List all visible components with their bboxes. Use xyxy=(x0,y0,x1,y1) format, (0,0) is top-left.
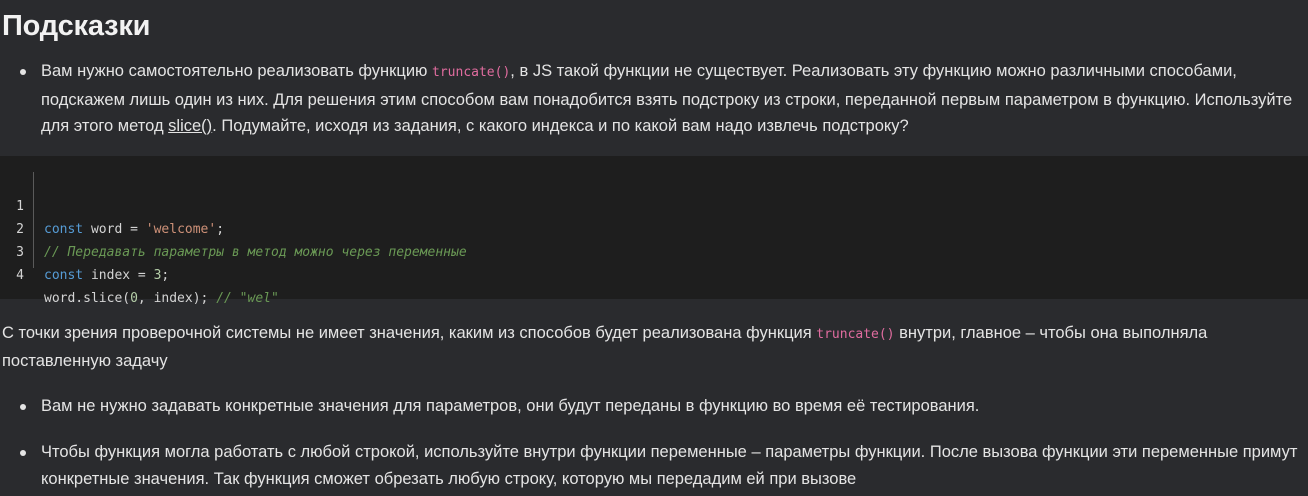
hint-text: Вам нужно самостоятельно реализовать фун… xyxy=(41,62,433,80)
code-plain: word = xyxy=(83,222,146,237)
code-line: 1 const word = 'welcome'; xyxy=(0,172,224,237)
code-plain: ; xyxy=(161,268,170,283)
code-comment: // Передавать параметры в метод можно че… xyxy=(44,245,467,260)
code-plain: word.slice( xyxy=(44,291,131,306)
hint-text: Вам не нужно задавать конкретные значени… xyxy=(41,397,980,415)
code-plain: ; xyxy=(216,222,225,237)
info-paragraph: С точки зрения проверочной системы не им… xyxy=(2,320,1302,375)
code-plain: , index); xyxy=(137,291,217,306)
hint-text: . Подумайте, исходя из задания, с какого… xyxy=(212,117,909,135)
code-number: 0 xyxy=(130,291,138,306)
code-text: // Передавать параметры в метод можно че… xyxy=(44,241,467,264)
hint-item-parameters: Вам не нужно задавать конкретные значени… xyxy=(20,393,1305,420)
hint-text: Чтобы функция могла работать с любой стр… xyxy=(41,443,1298,488)
code-keyword: const xyxy=(44,222,84,237)
page-title: Подсказки xyxy=(2,10,151,42)
code-keyword: const xyxy=(44,268,84,283)
code-comment: // "wel" xyxy=(216,291,279,306)
inline-code-truncate: truncate() xyxy=(432,65,511,80)
code-text: const word = 'welcome'; xyxy=(44,218,224,241)
code-line: 2 // Передавать параметры в метод можно … xyxy=(0,195,466,260)
code-line: 4 word.slice(0, index); // "wel" xyxy=(0,241,279,306)
code-string: 'welcome' xyxy=(145,222,217,237)
hint-item-slice: Вам нужно самостоятельно реализовать фун… xyxy=(20,58,1305,140)
code-gutter-divider xyxy=(33,172,34,268)
inline-code-truncate: truncate() xyxy=(816,327,895,342)
paragraph-text: С точки зрения проверочной системы не им… xyxy=(2,324,817,342)
hint-item-variables: Чтобы функция могла работать с любой стр… xyxy=(20,439,1305,492)
line-number: 4 xyxy=(16,268,24,283)
code-block: 1 const word = 'welcome'; 2 // Передават… xyxy=(0,156,1308,306)
code-text: word.slice(0, index); // "wel" xyxy=(44,287,279,310)
code-line: 3 const index = 3; xyxy=(0,218,169,283)
slice-doc-link[interactable]: slice() xyxy=(168,117,212,135)
code-text: const index = 3; xyxy=(44,264,169,287)
code-plain: index = xyxy=(83,268,154,283)
